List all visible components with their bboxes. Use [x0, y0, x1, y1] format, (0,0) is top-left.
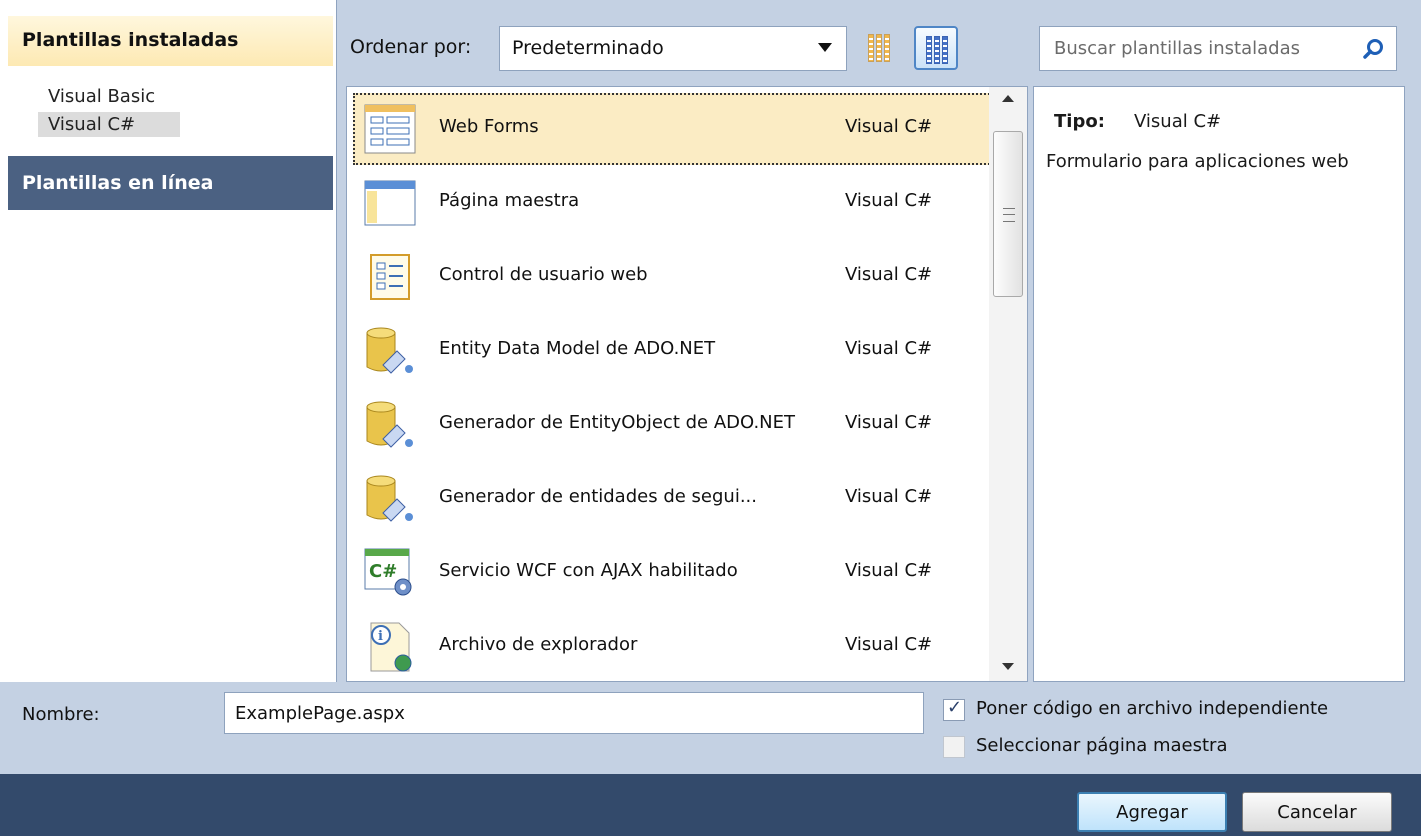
- small-icons-view-button[interactable]: [858, 26, 902, 70]
- type-value: Visual C#: [1134, 111, 1222, 132]
- name-label: Nombre:: [22, 704, 100, 725]
- template-name: Servicio WCF con AJAX habilitado: [439, 560, 738, 581]
- installed-templates-header[interactable]: Plantillas instaladas: [8, 16, 333, 66]
- list-item[interactable]: Web Forms Visual C#: [353, 93, 993, 165]
- sort-value: Predeterminado: [512, 37, 664, 59]
- list-view-button[interactable]: [914, 26, 958, 70]
- browser-file-icon: i: [370, 622, 412, 672]
- web-form-icon: [364, 104, 416, 154]
- master-page-icon: [364, 180, 416, 226]
- template-name: Generador de entidades de segui...: [439, 486, 757, 507]
- database-icon: [366, 401, 413, 448]
- add-button[interactable]: Agregar: [1077, 792, 1227, 832]
- template-language: Visual C#: [845, 560, 933, 581]
- template-language: Visual C#: [845, 264, 933, 285]
- add-new-item-dialog: Plantillas instaladas Visual Basic Visua…: [0, 0, 1421, 836]
- template-name: Archivo de explorador: [439, 634, 638, 655]
- small-icons-view-icon: [868, 34, 890, 62]
- list-item[interactable]: C# Servicio WCF con AJAX habilitado Visu…: [353, 537, 993, 609]
- template-name: Página maestra: [439, 190, 580, 211]
- dialog-footer: Agregar Cancelar: [0, 774, 1421, 836]
- separate-code-checkbox[interactable]: [943, 697, 965, 721]
- separate-code-label[interactable]: Poner código en archivo independiente: [976, 698, 1328, 719]
- category-item-visual-csharp[interactable]: Visual C#: [38, 112, 180, 137]
- list-view-icon: [926, 36, 948, 64]
- list-item[interactable]: Página maestra Visual C#: [353, 167, 993, 239]
- wcf-service-icon: C#: [364, 548, 412, 596]
- search-box: [1039, 26, 1397, 71]
- template-name: Web Forms: [439, 116, 539, 137]
- template-list: Web Forms Visual C# Página maestra Visua…: [346, 86, 1028, 682]
- svg-text:i: i: [378, 629, 383, 644]
- database-icon: [366, 327, 413, 374]
- grip-icon: [1003, 208, 1015, 222]
- template-language: Visual C#: [845, 338, 933, 359]
- list-item[interactable]: i Archivo de explorador Visual C#: [353, 611, 993, 681]
- search-input[interactable]: [1041, 28, 1356, 69]
- type-label: Tipo:: [1054, 111, 1105, 132]
- sort-dropdown[interactable]: Predeterminado: [499, 26, 847, 71]
- chevron-down-icon: [818, 43, 832, 52]
- search-icon[interactable]: [1362, 38, 1384, 60]
- template-description: Formulario para aplicaciones web: [1046, 151, 1349, 172]
- template-details-panel: Tipo: Visual C# Formulario para aplicaci…: [1033, 86, 1405, 682]
- scroll-down-arrow-icon[interactable]: [1002, 663, 1014, 670]
- name-field[interactable]: [224, 692, 924, 734]
- template-list-scrollbar[interactable]: [989, 87, 1027, 681]
- template-language: Visual C#: [845, 190, 933, 211]
- list-item[interactable]: Control de usuario web Visual C#: [353, 241, 993, 313]
- user-control-icon: [370, 254, 410, 300]
- sort-label: Ordenar por:: [350, 36, 472, 58]
- category-panel: Plantillas instaladas Visual Basic Visua…: [0, 0, 337, 682]
- list-item[interactable]: Entity Data Model de ADO.NET Visual C#: [353, 315, 993, 387]
- template-name: Control de usuario web: [439, 264, 648, 285]
- svg-text:C#: C#: [369, 561, 397, 582]
- template-name: Generador de EntityObject de ADO.NET: [439, 412, 796, 433]
- category-item-visual-basic[interactable]: Visual Basic: [38, 84, 165, 109]
- online-templates-header[interactable]: Plantillas en línea: [8, 156, 333, 210]
- master-page-checkbox[interactable]: [943, 736, 965, 758]
- template-language: Visual C#: [845, 116, 933, 137]
- master-page-label[interactable]: Seleccionar página maestra: [976, 735, 1228, 756]
- list-item[interactable]: Generador de entidades de segui... Visua…: [353, 463, 993, 535]
- scrollbar-thumb[interactable]: [993, 131, 1023, 297]
- database-icon: [366, 475, 413, 522]
- template-language: Visual C#: [845, 634, 933, 655]
- template-language: Visual C#: [845, 412, 933, 433]
- template-language: Visual C#: [845, 486, 933, 507]
- list-item[interactable]: Generador de EntityObject de ADO.NET Vis…: [353, 389, 993, 461]
- cancel-button[interactable]: Cancelar: [1242, 792, 1392, 832]
- scroll-up-arrow-icon[interactable]: [1002, 95, 1014, 102]
- template-name: Entity Data Model de ADO.NET: [439, 338, 716, 359]
